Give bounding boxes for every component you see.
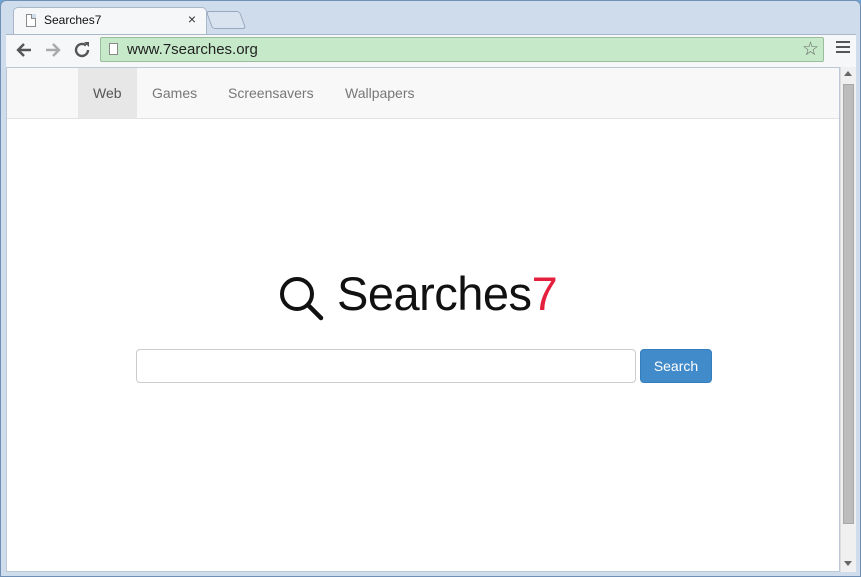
- url-text: www.7searches.org: [127, 41, 258, 58]
- scroll-thumb[interactable]: [843, 84, 854, 524]
- brand-name: Searches7: [337, 266, 558, 321]
- address-bar[interactable]: www.7searches.org ☆: [100, 37, 824, 62]
- close-icon[interactable]: ×: [188, 11, 196, 27]
- site-logo: Searches7: [275, 266, 575, 326]
- back-icon[interactable]: [13, 39, 35, 61]
- forward-icon[interactable]: [42, 39, 64, 61]
- brand-number: 7: [531, 267, 558, 320]
- tab-searches7[interactable]: Searches7 ×: [13, 7, 207, 35]
- page-content: Web Games Screensavers Wallpapers Search…: [6, 67, 840, 572]
- menu-icon[interactable]: [836, 41, 850, 55]
- document-icon: [26, 14, 36, 27]
- search-button[interactable]: Search: [640, 349, 712, 383]
- nav-screensavers[interactable]: Screensavers: [213, 68, 329, 118]
- browser-toolbar: www.7searches.org ☆: [6, 34, 856, 67]
- search-input[interactable]: [136, 349, 636, 383]
- brand-text: Searches: [337, 267, 532, 320]
- nav-wallpapers[interactable]: Wallpapers: [330, 68, 430, 118]
- nav-games[interactable]: Games: [137, 68, 212, 118]
- new-tab-button[interactable]: [205, 11, 247, 29]
- scroll-up-arrow-icon[interactable]: [844, 71, 852, 76]
- vertical-scrollbar[interactable]: [840, 67, 856, 572]
- nav-web[interactable]: Web: [78, 68, 137, 118]
- site-navbar: Web Games Screensavers Wallpapers: [7, 68, 839, 119]
- tab-strip: Searches7 ×: [1, 1, 860, 35]
- browser-window: Searches7 × www.7searches.org ☆ Web Game…: [0, 0, 861, 577]
- page-icon: [109, 43, 118, 55]
- star-icon[interactable]: ☆: [802, 38, 819, 61]
- scroll-down-arrow-icon[interactable]: [844, 561, 852, 566]
- tab-title: Searches7: [44, 13, 102, 27]
- search-icon: [280, 277, 324, 321]
- reload-icon[interactable]: [71, 39, 93, 61]
